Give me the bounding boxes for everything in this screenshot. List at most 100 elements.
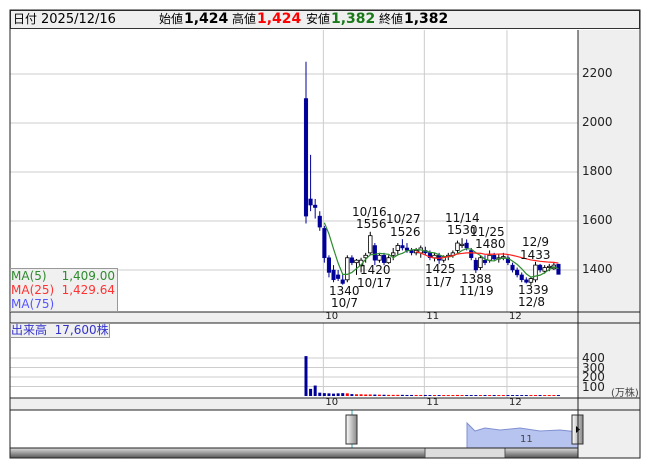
price-annotation: 1526 bbox=[390, 225, 421, 239]
month-tick-label: 12 bbox=[508, 397, 522, 408]
volume-bar bbox=[345, 393, 349, 396]
volume-bar bbox=[336, 393, 340, 396]
price-tick-label: 2200 bbox=[582, 66, 613, 80]
price-annotation: 10/17 bbox=[357, 276, 392, 290]
candle[interactable] bbox=[391, 252, 396, 256]
price-tick-label: 1400 bbox=[582, 262, 613, 276]
month-tick-label: 11 bbox=[426, 397, 440, 408]
price-annotation: 10/7 bbox=[331, 296, 358, 310]
candle[interactable] bbox=[345, 257, 350, 281]
candle[interactable] bbox=[322, 228, 327, 259]
candle[interactable] bbox=[354, 259, 359, 264]
candle[interactable] bbox=[303, 98, 309, 217]
candle[interactable] bbox=[331, 269, 336, 281]
navigator-left-handle[interactable] bbox=[345, 414, 358, 445]
price-annotation: 1433 bbox=[520, 248, 551, 262]
volume-bar bbox=[451, 395, 455, 396]
candle[interactable] bbox=[533, 264, 538, 281]
month-tick-label: 10 bbox=[325, 311, 339, 322]
candle[interactable] bbox=[459, 243, 465, 246]
volume-bar bbox=[391, 394, 395, 396]
ma25-value: 1,429.64 bbox=[61, 283, 115, 297]
volume-bar bbox=[350, 394, 354, 396]
volume-bar bbox=[423, 394, 427, 396]
volume-bar bbox=[547, 395, 551, 396]
volume-bar bbox=[318, 392, 322, 396]
volume-bar bbox=[354, 394, 358, 396]
candle[interactable] bbox=[372, 245, 377, 261]
scrollbar-thumb[interactable] bbox=[424, 447, 506, 459]
candle[interactable] bbox=[326, 257, 331, 273]
ma5-value: 1,409.00 bbox=[61, 269, 115, 283]
candle[interactable] bbox=[455, 242, 460, 251]
ma25-label: MA(25) bbox=[11, 283, 55, 297]
volume-bar bbox=[419, 394, 423, 396]
candle[interactable] bbox=[386, 257, 391, 264]
price-annotation: 1425 bbox=[425, 262, 456, 276]
volume-bar bbox=[410, 394, 414, 396]
candle[interactable] bbox=[377, 254, 382, 261]
volume-bar bbox=[387, 394, 391, 396]
candle[interactable] bbox=[381, 255, 387, 263]
volume-bar bbox=[428, 395, 432, 396]
price-annotation: 11/7 bbox=[425, 275, 452, 289]
candle[interactable] bbox=[473, 259, 478, 271]
volume-bar bbox=[327, 393, 331, 396]
volume-bar bbox=[322, 393, 326, 396]
month-tick-label: 12 bbox=[508, 311, 522, 322]
volume-bar bbox=[524, 395, 528, 396]
volume-bar bbox=[304, 356, 308, 396]
volume-bar bbox=[492, 395, 496, 396]
candle[interactable] bbox=[340, 279, 345, 284]
volume-bar bbox=[433, 395, 437, 396]
volume-bar bbox=[414, 394, 418, 396]
volume-bar bbox=[309, 388, 313, 396]
price-annotation: 1420 bbox=[360, 263, 391, 277]
volume-bar bbox=[538, 395, 542, 396]
candle[interactable] bbox=[336, 274, 341, 279]
volume-tick-label: 100 bbox=[582, 379, 605, 394]
volume-bar bbox=[501, 395, 505, 396]
candle[interactable] bbox=[515, 269, 520, 276]
candle[interactable] bbox=[317, 215, 322, 228]
volume-bar bbox=[534, 395, 537, 396]
volume-bar bbox=[446, 395, 450, 396]
volume-bar bbox=[488, 395, 492, 396]
candle[interactable] bbox=[368, 235, 373, 254]
candle[interactable] bbox=[400, 245, 405, 249]
candle[interactable] bbox=[528, 278, 534, 283]
candle[interactable] bbox=[547, 265, 552, 268]
candle[interactable] bbox=[492, 255, 497, 260]
candle[interactable] bbox=[464, 242, 469, 249]
candle[interactable] bbox=[487, 254, 492, 261]
volume-bar bbox=[483, 395, 487, 396]
candle[interactable] bbox=[519, 274, 524, 281]
candle[interactable] bbox=[482, 259, 488, 263]
ma-legend: MA(5) 1,409.00 MA(25) 1,429.64 MA(75) bbox=[10, 268, 118, 312]
candle[interactable] bbox=[308, 198, 313, 206]
candle[interactable] bbox=[538, 264, 543, 271]
candle[interactable] bbox=[556, 263, 561, 275]
volume-bar bbox=[455, 394, 459, 396]
volume-bar bbox=[465, 395, 469, 396]
candle[interactable] bbox=[510, 264, 515, 271]
candle[interactable] bbox=[501, 256, 506, 259]
navigator-month-label: 11 bbox=[520, 434, 533, 445]
volume-bar bbox=[364, 394, 368, 396]
candle[interactable] bbox=[469, 250, 474, 258]
volume-bar bbox=[442, 395, 446, 396]
candle[interactable] bbox=[349, 257, 354, 263]
volume-bar bbox=[469, 395, 473, 396]
volume-bar bbox=[437, 395, 441, 396]
volume-bar bbox=[400, 394, 404, 396]
candle[interactable] bbox=[542, 267, 547, 272]
volume-bar bbox=[543, 395, 547, 396]
candle[interactable] bbox=[478, 257, 483, 268]
volume-label: 出来高 bbox=[11, 323, 48, 337]
volume-bar bbox=[474, 395, 478, 396]
volume-bar bbox=[332, 393, 336, 396]
candle[interactable] bbox=[313, 204, 318, 208]
candle[interactable] bbox=[524, 279, 529, 283]
candle[interactable] bbox=[395, 245, 400, 251]
volume-bar bbox=[520, 395, 524, 396]
